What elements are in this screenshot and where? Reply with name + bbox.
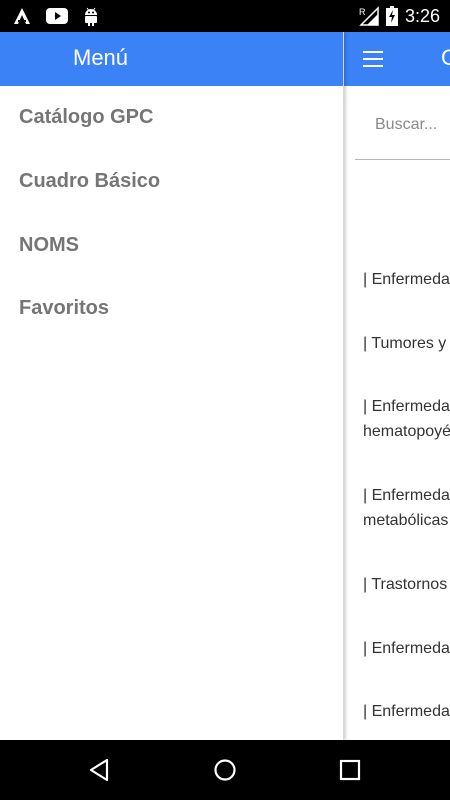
battery-charging-icon xyxy=(385,6,398,26)
app-a-icon xyxy=(14,8,30,24)
drawer-header: Menú xyxy=(0,32,343,86)
main-app-bar: C xyxy=(343,32,450,86)
list-item[interactable]: | Enfermedades xyxy=(363,267,450,292)
list-item[interactable]: | Tumores y xyxy=(363,331,450,356)
status-bar: R 3:26 xyxy=(0,0,450,32)
recent-apps-icon[interactable] xyxy=(337,757,363,783)
search-box xyxy=(355,104,450,160)
menu-item-catalogo-gpc[interactable]: Catálogo GPC xyxy=(19,106,319,129)
clock: 3:26 xyxy=(404,5,440,26)
list-item[interactable]: | Enfermedades xyxy=(363,394,450,419)
system-icons: R 3:26 xyxy=(359,0,440,32)
list-item-continuation[interactable]: hematopoyéticos xyxy=(363,419,450,444)
notification-icons xyxy=(12,6,100,26)
list-item[interactable]: | Enfermedades xyxy=(363,636,450,661)
menu-item-favoritos[interactable]: Favoritos xyxy=(19,297,319,320)
system-navigation-bar xyxy=(0,740,450,800)
youtube-icon xyxy=(46,8,68,24)
list-item-continuation[interactable]: metabólicas xyxy=(363,508,450,533)
svg-text:R: R xyxy=(359,7,366,17)
list-item[interactable]: | Enfermedades xyxy=(363,483,450,508)
navigation-drawer: Menú Catálogo GPC Cuadro Básico NOMS Fav… xyxy=(0,32,344,740)
drawer-title: Menú xyxy=(73,45,129,70)
hamburger-menu-icon[interactable] xyxy=(363,51,383,67)
list-item[interactable]: | Trastornos xyxy=(363,572,450,597)
back-icon[interactable] xyxy=(87,757,113,783)
menu-item-cuadro-basico[interactable]: Cuadro Básico xyxy=(19,170,319,193)
main-title: C xyxy=(441,45,450,70)
android-icon xyxy=(85,7,97,26)
menu-item-noms[interactable]: NOMS xyxy=(19,234,319,257)
signal-icon: R xyxy=(359,6,379,26)
search-input[interactable] xyxy=(375,116,450,134)
home-icon[interactable] xyxy=(212,757,238,783)
list-item[interactable]: | Enfermedades xyxy=(363,699,450,724)
